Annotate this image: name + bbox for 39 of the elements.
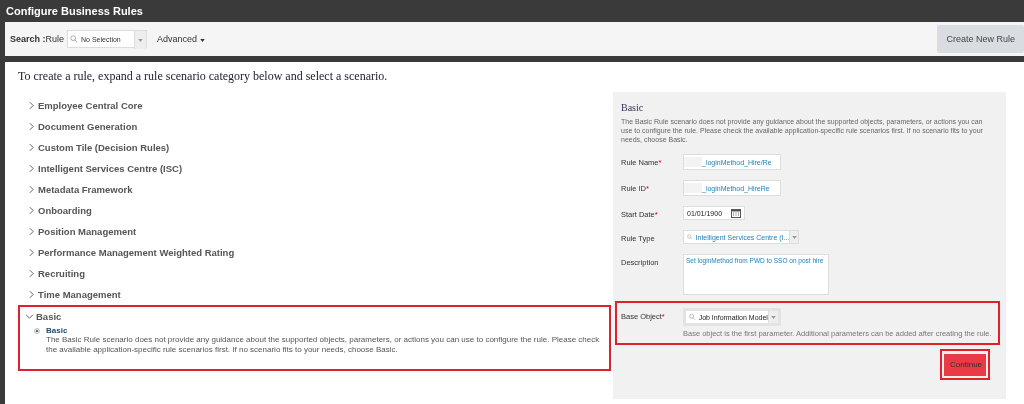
caret-icon	[199, 39, 205, 42]
search-icon	[687, 233, 693, 241]
category-item[interactable]: Onboarding	[22, 201, 609, 220]
search-icon	[689, 313, 696, 321]
chevron-icon	[29, 206, 34, 215]
chevron-icon	[29, 227, 34, 236]
category-item[interactable]: Metadata Framework	[22, 180, 609, 199]
chevron-icon	[29, 143, 34, 152]
advanced-menu[interactable]: Advanced	[155, 32, 207, 46]
caret-icon	[791, 235, 797, 239]
category-item[interactable]: Intelligent Services Centre (ISC)	[22, 159, 609, 178]
chevron-icon	[29, 101, 34, 110]
caret-icon	[770, 315, 776, 319]
panel-title: Basic	[621, 102, 645, 113]
category-item[interactable]: Performance Management Weighted Rating	[22, 243, 609, 262]
category-item[interactable]: Position Management	[22, 222, 609, 241]
radio-button[interactable]	[34, 328, 40, 334]
category-item[interactable]: Document Generation	[22, 117, 609, 136]
category-item[interactable]: Custom Tile (Decision Rules)	[22, 138, 609, 157]
chevron-icon	[29, 164, 34, 173]
window-title: Configure Business Rules	[6, 5, 143, 17]
intro-text: To create a rule, expand a rule scenario category below and select a scenario.	[18, 69, 389, 84]
chevron-icon	[29, 122, 34, 131]
create-rule-button[interactable]: Create New Rule	[937, 25, 1024, 53]
caret-icon	[138, 38, 144, 42]
category-item[interactable]: Employee Central Core	[22, 96, 609, 115]
chevron-icon	[29, 248, 34, 257]
chevron-icon	[25, 314, 34, 319]
search-label: Search :	[10, 34, 46, 44]
category-item[interactable]: Time Management	[22, 285, 609, 304]
chevron-icon	[29, 185, 34, 194]
scenario-name[interactable]: Basic	[46, 326, 609, 335]
chevron-icon	[29, 269, 34, 278]
search-icon	[70, 35, 79, 43]
category-item[interactable]: Recruiting	[22, 264, 609, 283]
calendar-icon	[731, 208, 741, 218]
chevron-icon	[29, 290, 34, 299]
scenario-description: The Basic Rule scenario does not provide any guidance about the supported objects, parameters, or actions you can use to configure the rule. Please check the available application-specific rule scenarios first. If no scenario fits to your needs, choose Basic.	[46, 335, 601, 355]
category-item[interactable]: Basic	[20, 307, 609, 326]
